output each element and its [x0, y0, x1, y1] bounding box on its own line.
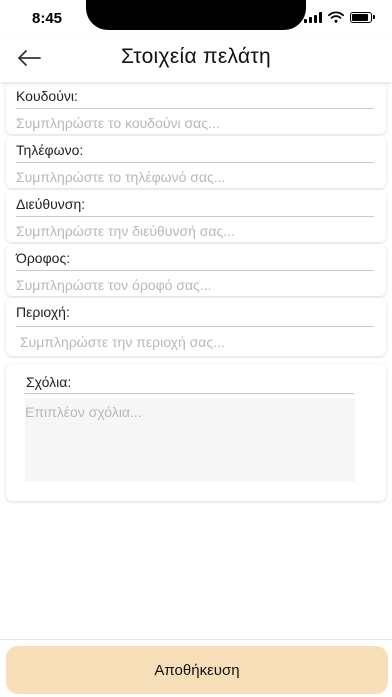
field-divider	[16, 326, 374, 327]
phone-input[interactable]	[16, 168, 374, 186]
floor-field: Όροφος:	[6, 244, 386, 296]
field-divider	[16, 216, 374, 217]
bottom-bar: Αποθήκευση	[0, 639, 392, 697]
field-divider	[16, 108, 374, 109]
status-bar: 8:45	[0, 0, 392, 34]
area-input[interactable]	[20, 333, 374, 351]
area-label: Περιοχή:	[16, 304, 70, 320]
status-icons	[304, 11, 375, 23]
floor-label: Όροφος:	[16, 250, 71, 266]
doorbell-field: Κουδούνι:	[6, 82, 386, 134]
comments-textarea[interactable]	[25, 398, 355, 482]
status-time: 8:45	[32, 10, 63, 27]
cellular-signal-icon	[304, 11, 322, 23]
save-button[interactable]: Αποθήκευση	[6, 646, 388, 694]
address-field: Διεύθυνση:	[6, 190, 386, 242]
field-divider	[16, 270, 374, 271]
area-field: Περιοχή:	[6, 298, 386, 356]
floor-input[interactable]	[16, 276, 374, 294]
page-title: Στοιχεία πελάτη	[121, 45, 271, 68]
phone-label: Τηλέφωνο:	[16, 142, 84, 158]
comments-field: Σχόλια:	[6, 364, 386, 501]
doorbell-label: Κουδούνι:	[16, 88, 78, 104]
battery-icon	[350, 11, 375, 23]
wifi-icon	[328, 11, 344, 23]
field-divider	[24, 393, 354, 394]
field-divider	[16, 162, 374, 163]
nav-header: Στοιχεία πελάτη	[0, 34, 392, 82]
device-notch	[86, 0, 306, 30]
doorbell-input[interactable]	[16, 114, 374, 132]
address-label: Διεύθυνση:	[16, 196, 86, 212]
address-input[interactable]	[16, 222, 374, 240]
phone-field: Τηλέφωνο:	[6, 136, 386, 188]
comments-label: Σχόλια:	[26, 374, 72, 390]
